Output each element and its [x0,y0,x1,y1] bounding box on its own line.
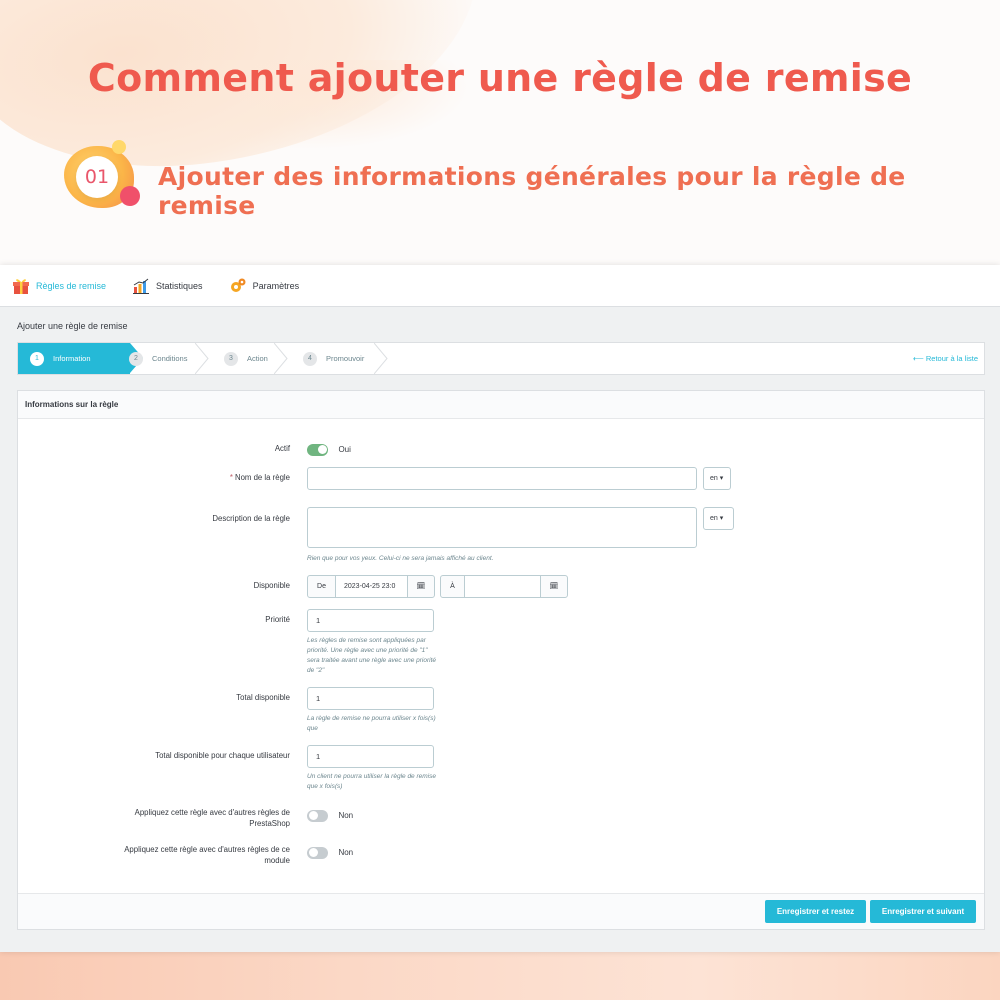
badge-number: 01 [76,156,118,198]
field-label: Total disponible pour chaque utilisateur [155,751,290,760]
date-range: De 2023-04-25 23:0 🗓 À 🗓 [307,575,607,598]
lang-select-description[interactable]: en ▾ [703,507,734,530]
rule-info-panel: Informations sur la règle Actif Oui * Nom… [17,390,985,930]
lang-value: en [710,515,718,522]
save-and-next-button[interactable]: Enregistrer et suivant [870,900,976,923]
background-band-bottom [0,952,1000,1000]
nav-item-discount-rules[interactable]: Règles de remise [12,277,106,295]
calendar-icon[interactable]: 🗓 [540,575,568,598]
nav-item-statistics[interactable]: Statistiques [132,277,203,295]
field-label: Actif [274,444,290,453]
lang-select-name[interactable]: en ▾ [703,467,731,490]
nav-label: Statistiques [156,280,203,291]
total-per-user-input[interactable]: 1 [307,745,434,768]
wizard-step-conditions[interactable]: 2 Conditions [129,343,187,374]
field-label: * Nom de la règle [230,472,290,483]
field-label: Priorité [265,615,290,624]
required-mark: * [229,473,233,482]
toggle-label: Non [338,848,354,858]
actif-toggle[interactable]: Oui [307,441,351,459]
toggle-label: Non [338,811,354,821]
page-title: Ajouter une règle de remise [17,321,128,331]
gears-icon [229,277,247,295]
back-link-label: Retour à la liste [925,354,978,363]
step-label: Conditions [152,354,188,363]
save-and-stay-button[interactable]: Enregistrer et restez [765,900,866,923]
from-prefix: De [307,575,336,598]
wizard-step-information[interactable]: 1 Information [18,343,143,374]
step-number: 2 [129,351,143,366]
gift-icon [12,277,30,295]
nav-label: Règles de remise [36,280,107,291]
combine-prestashop-toggle[interactable]: Non [307,807,353,825]
chevron-right-icon [374,343,388,374]
step-label: Information [53,354,91,363]
toggle-switch[interactable] [307,846,328,859]
field-label: Disponible [253,581,290,590]
back-to-list-link[interactable]: ⟵ Retour à la liste [913,354,978,363]
field-label: Total disponible [236,693,290,702]
total-user-hint: Un client ne pourra utiliser la règle de… [307,773,436,790]
panel-title: Informations sur la règle [18,391,984,419]
chevron-right-icon [195,343,209,374]
priority-hint: Les règles de remise sont appliquées par… [307,637,436,674]
bar-chart-icon [132,277,150,295]
badge-dot-yellow [112,140,126,154]
step-number: 1 [30,351,44,366]
wizard-steps: 1 Information 2 Conditions 3 Action 4 Pr… [17,342,985,375]
headline: Comment ajouter une règle de remise [87,56,913,100]
arrow-left-icon: ⟵ [913,354,924,363]
field-label: Description de la règle [212,514,290,523]
step-badge: 01 [64,140,142,216]
step-label: Promouvoir [326,354,365,363]
badge-dot-red [120,186,140,206]
subheadline: Ajouter des informations générales pour … [158,162,906,220]
calendar-icon[interactable]: 🗓 [407,575,435,598]
field-label: Appliquez cette règle avec d'autres règl… [124,845,290,865]
field-label: Appliquez cette règle avec d'autres règl… [134,808,290,828]
step-label: Action [247,354,268,363]
top-nav: Règles de remise Statistiques Paramètres [0,265,1000,307]
description-hint: Rien que pour vos yeux. Celui-ci ne sera… [307,555,494,562]
rule-description-textarea[interactable] [307,507,697,548]
nav-label: Paramètres [252,280,300,291]
chevron-right-icon [274,343,288,374]
rule-name-input[interactable] [307,467,697,490]
date-to-input[interactable] [464,575,541,598]
toggle-label: Oui [338,445,351,455]
toggle-switch[interactable] [307,443,328,456]
total-hint: La règle de remise ne pourra utiliser x … [307,715,436,732]
total-available-input[interactable]: 1 [307,687,434,710]
app-window: Règles de remise Statistiques Paramètres… [0,265,1000,952]
step-number: 4 [303,351,317,366]
to-prefix: À [440,575,465,598]
step-number: 3 [224,351,238,366]
lang-value: en [710,475,718,482]
field-label-text: Nom de la règle [234,473,290,482]
wizard-step-action[interactable]: 3 Action [224,343,268,374]
nav-item-settings[interactable]: Paramètres [229,277,300,295]
panel-footer: Enregistrer et restez Enregistrer et sui… [18,893,984,929]
wizard-step-promote[interactable]: 4 Promouvoir [303,343,364,374]
toggle-switch[interactable] [307,809,328,822]
combine-module-toggle[interactable]: Non [307,844,353,862]
priority-input[interactable]: 1 [307,609,434,632]
date-from-input[interactable]: 2023-04-25 23:0 [335,575,408,598]
